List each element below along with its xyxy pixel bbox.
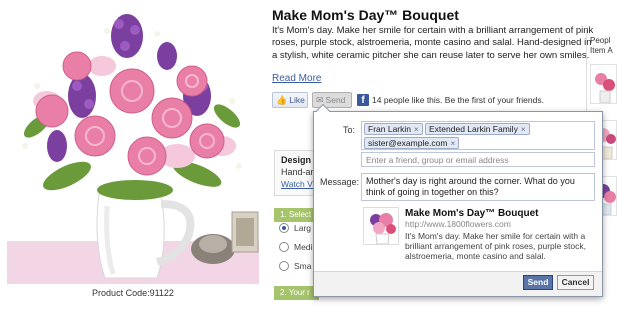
recipient-token[interactable]: sister@example.com × — [364, 137, 460, 149]
radio-icon[interactable] — [279, 261, 289, 271]
thumbs-up-icon: 👍 — [276, 94, 288, 105]
design-panel-text: Hand-ar — [281, 167, 314, 177]
dialog-cancel-button[interactable]: Cancel — [557, 275, 594, 290]
recipient-name: sister@example.com — [368, 137, 448, 148]
like-count-text: 14 people like this. Be the first of you… — [372, 95, 544, 105]
facebook-icon: f — [357, 94, 369, 106]
radio-selected-icon[interactable] — [279, 223, 289, 233]
watch-video-link[interactable]: Watch Vi — [281, 179, 315, 189]
size-label: Larg — [294, 223, 312, 233]
message-textarea[interactable]: Mother's day is right around the corner.… — [361, 173, 595, 201]
shared-item-title: Make Mom's Day™ Bouquet — [405, 208, 539, 219]
to-label: To: — [343, 125, 356, 135]
sidebar-title-line: Item A — [590, 46, 613, 55]
shared-item-description: It's Mom's day. Make her smile for certa… — [405, 231, 586, 261]
product-title: Make Mom's Day™ Bouquet — [272, 7, 459, 23]
friend-search-input[interactable] — [361, 152, 595, 167]
dialog-send-button[interactable]: Send — [523, 275, 553, 290]
like-label: Like — [289, 95, 305, 105]
product-description: It's Mom's day. Make her smile for certa… — [272, 25, 594, 61]
recipient-name: Extended Larkin Family — [429, 123, 518, 134]
read-more-link[interactable]: Read More — [272, 73, 321, 84]
like-button[interactable]: 👍 Like — [272, 92, 308, 108]
step-1-label: 1. Select — [280, 210, 312, 219]
message-label: Message: — [320, 177, 360, 187]
shared-item-url: http://www.1800flowers.com — [405, 219, 511, 229]
remove-recipient-icon[interactable]: × — [450, 138, 455, 149]
recipient-name: Fran Larkin — [368, 123, 411, 134]
radio-icon[interactable] — [279, 242, 289, 252]
sidebar-title: Peopl Item A — [590, 36, 617, 56]
remove-recipient-icon[interactable]: × — [521, 124, 526, 135]
shared-item-thumbnail — [363, 207, 399, 245]
product-code: Product Code:91122 — [92, 288, 174, 298]
size-option-medium[interactable]: Medi — [279, 242, 312, 252]
design-panel-title: Design — [281, 155, 312, 165]
send-button[interactable]: ✉ Send — [312, 92, 352, 108]
step-2-label: 2. Your r — [280, 288, 310, 297]
recipient-token[interactable]: Extended Larkin Family × — [425, 123, 530, 135]
remove-recipient-icon[interactable]: × — [414, 124, 419, 135]
size-option-small[interactable]: Sma — [279, 261, 311, 271]
size-label: Medi — [294, 242, 313, 252]
send-label: Send — [325, 95, 346, 105]
product-photo — [7, 6, 259, 284]
size-option-large[interactable]: Larg — [279, 223, 311, 233]
related-item-thumbnail[interactable] — [590, 64, 617, 104]
recipient-token[interactable]: Fran Larkin × — [364, 123, 423, 135]
sidebar-title-line: Peopl — [590, 36, 611, 45]
size-label: Sma — [294, 261, 312, 271]
